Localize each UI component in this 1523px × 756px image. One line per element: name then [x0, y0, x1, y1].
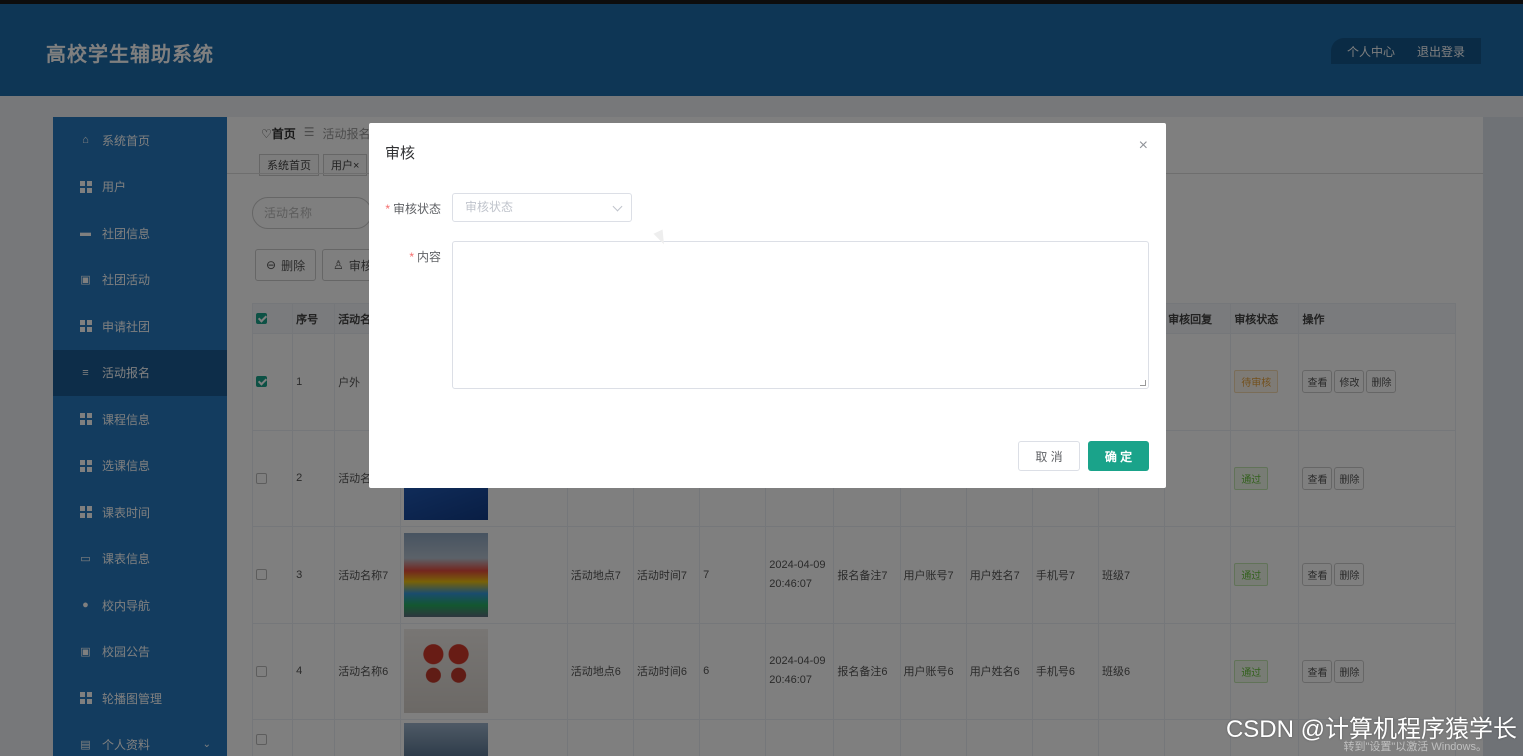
- cancel-button[interactable]: 取 消: [1018, 441, 1080, 471]
- chevron-down-icon: [612, 201, 623, 212]
- audit-status-select[interactable]: 审核状态: [452, 193, 632, 222]
- select-placeholder: 审核状态: [465, 200, 514, 214]
- content-label-text: 内容: [416, 250, 441, 264]
- audit-dialog: 审核 × * 审核状态 审核状态 * 内容 取 消 确 定: [369, 123, 1166, 488]
- content-label: * 内容: [369, 248, 441, 265]
- content-textarea[interactable]: [452, 241, 1149, 389]
- required-mark: *: [385, 202, 390, 216]
- confirm-button[interactable]: 确 定: [1088, 441, 1149, 471]
- dialog-title: 审核: [385, 145, 416, 162]
- required-mark: *: [409, 250, 414, 264]
- status-label: * 审核状态: [369, 200, 441, 217]
- close-icon[interactable]: ×: [1139, 137, 1148, 155]
- resize-handle-icon[interactable]: [1140, 380, 1146, 386]
- windows-activation-text: 转到"设置"以激活 Windows。: [1343, 741, 1488, 753]
- status-label-text: 审核状态: [392, 202, 441, 216]
